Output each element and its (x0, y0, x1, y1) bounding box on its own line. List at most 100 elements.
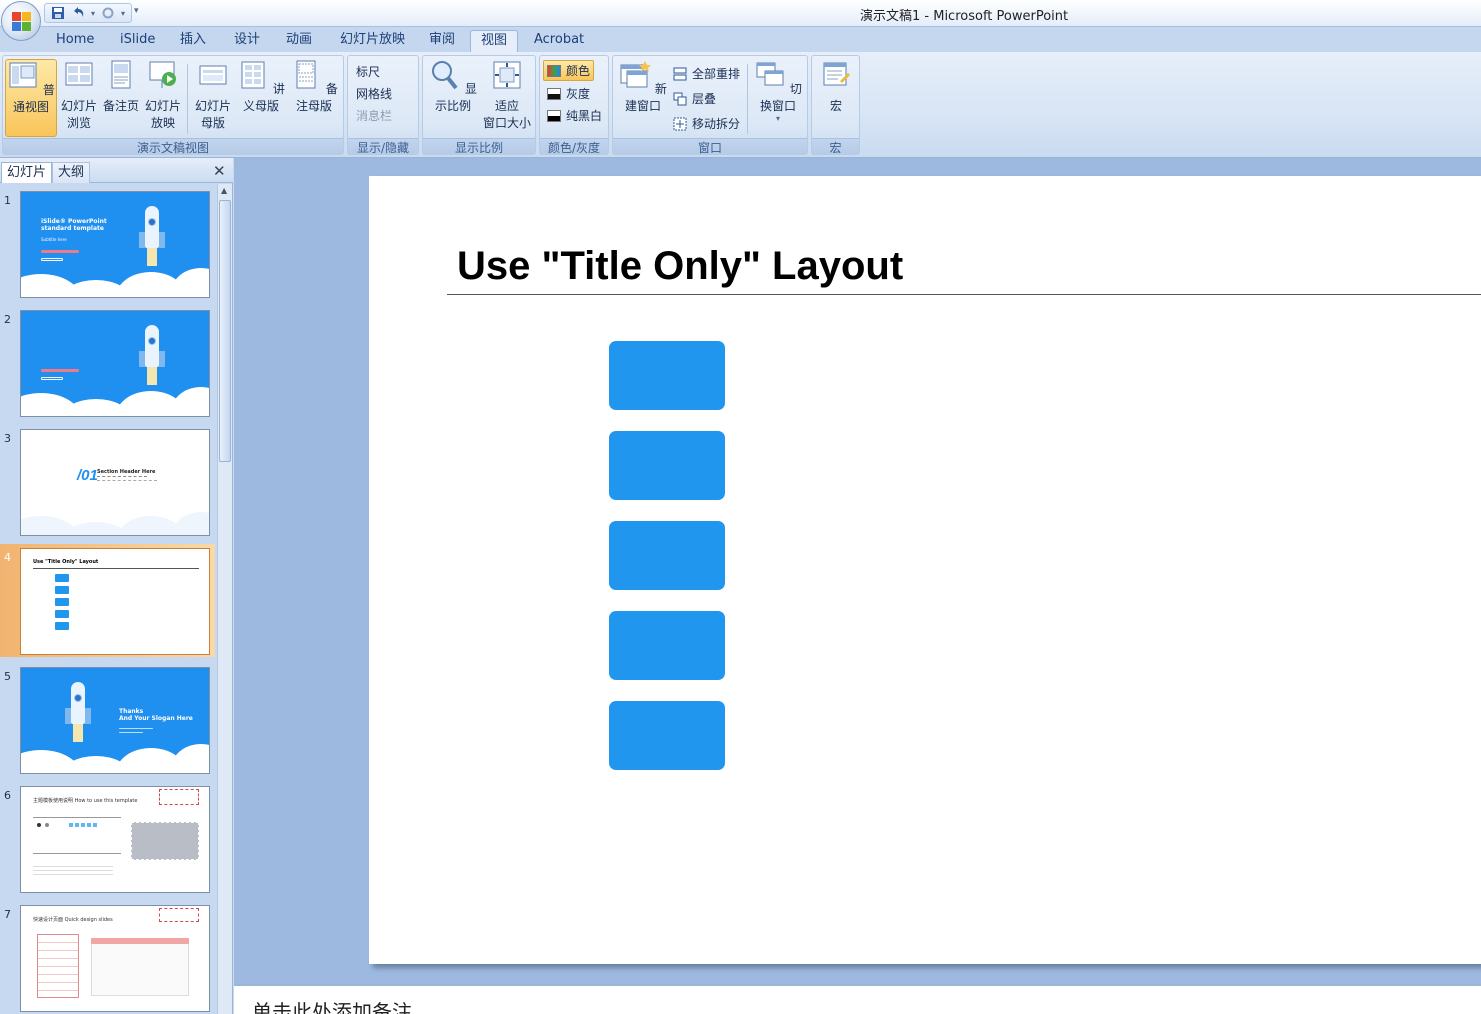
redo-dropdown-icon[interactable]: ▾ (119, 5, 127, 21)
divider (747, 64, 748, 134)
notes-placeholder[interactable]: 单击此处添加备注 (252, 996, 412, 1014)
thumb-panel-header (91, 938, 189, 944)
slide-thumbnail-3[interactable]: /01 Section Header Here (20, 429, 210, 536)
thumb-rule (33, 568, 199, 569)
slide-title[interactable]: Use "Title Only" Layout (457, 244, 903, 289)
thumb-subtitle: Subtitle here (41, 237, 67, 242)
slide-thumbnail-7[interactable]: 快速设计页面 Quick design slides (20, 905, 210, 1012)
tab-slideshow[interactable]: 幻灯片放映 (330, 30, 415, 52)
handout-master-button[interactable]: 讲义母版 (236, 59, 286, 115)
thumb-line (33, 853, 121, 854)
arrange-all-button[interactable]: 全部重排 (673, 65, 740, 82)
notes-page-button[interactable]: 备注页 (101, 59, 141, 115)
macros-button[interactable]: 宏 (816, 59, 856, 115)
blue-rectangle-1[interactable] (609, 341, 725, 410)
thumb-title: iSlide® PowerPoint standard template (41, 218, 107, 232)
cloud-shape (171, 268, 209, 297)
slide-thumbnail-6[interactable]: 主题模板使用说明 How to use this template (20, 786, 210, 893)
macro-icon (823, 62, 850, 86)
thumb-line (33, 817, 121, 818)
notes-pane[interactable]: 单击此处添加备注 (234, 984, 1481, 1014)
new-window-icon (620, 61, 652, 88)
move-split-label: 移动拆分 (692, 117, 741, 131)
group-show-hide: 标尺 网格线 消息栏 显示/隐藏 (347, 55, 607, 155)
slideshow-button[interactable]: 幻灯片 放映 (143, 59, 183, 132)
ribbon-tabs: Home iSlide 插入 设计 动画 幻灯片放映 审阅 视图 Acrobat (0, 27, 1481, 52)
tab-insert[interactable]: 插入 (170, 30, 216, 52)
slide-thumbnail-5[interactable]: Thanks And Your Slogan Here (20, 667, 210, 774)
tab-view[interactable]: 视图 (470, 30, 519, 52)
slide-master-button[interactable]: 幻灯片 母版 (191, 59, 235, 132)
tab-design[interactable]: 设计 (224, 30, 270, 52)
notes-master-button[interactable]: 备注母版 (288, 59, 340, 115)
thumb-title: 快速设计页面 Quick design slides (33, 917, 113, 923)
bw-label: 纯黑白 (566, 109, 603, 123)
tab-review[interactable]: 审阅 (419, 30, 465, 52)
tab-islide[interactable]: iSlide (110, 30, 165, 52)
handout-master-icon (241, 61, 265, 89)
gridlines-label: 网格线 (356, 87, 393, 101)
cascade-button[interactable]: 层叠 (673, 90, 716, 107)
slide-number: 7 (4, 908, 11, 921)
tab-outline[interactable]: 大纲 (52, 162, 91, 183)
group-label-color: 颜色/灰度 (540, 138, 608, 155)
window-title: 演示文稿1 - Microsoft PowerPoint (860, 9, 1069, 24)
close-icon[interactable]: ✕ (213, 162, 226, 180)
thumb-box (55, 610, 69, 618)
save-icon[interactable] (49, 5, 67, 21)
slide-thumbnail-4[interactable]: Use "Title Only" Layout (20, 548, 210, 655)
slide-sorter-label: 幻灯片 浏览 (60, 99, 97, 130)
ruler-checkbox[interactable]: 标尺 (356, 63, 607, 80)
scroll-up-icon[interactable]: ▲ (221, 186, 227, 195)
switch-window-icon (756, 62, 784, 86)
redo-icon[interactable] (99, 5, 117, 21)
undo-icon[interactable] (69, 5, 87, 21)
blue-rectangle-4[interactable] (609, 611, 725, 680)
thumb-line (97, 476, 147, 477)
office-button[interactable] (1, 1, 41, 41)
slide-thumbnail-1[interactable]: iSlide® PowerPoint standard template Sub… (20, 191, 210, 298)
normal-view-button[interactable]: 普通视图 (5, 59, 57, 137)
slideshow-icon (149, 61, 176, 88)
quick-access-toolbar: ▾ ▾ (44, 3, 132, 23)
rocket-icon (139, 206, 165, 266)
blue-rectangle-2[interactable] (609, 431, 725, 500)
scrollbar-thumb[interactable] (219, 200, 231, 462)
rocket-icon (65, 682, 91, 742)
thumb-section-title: Section Header Here (97, 469, 156, 475)
panel-scrollbar[interactable]: ▲ (217, 184, 232, 1014)
blue-rectangle-5[interactable] (609, 701, 725, 770)
new-window-button[interactable]: 新建窗口 (615, 59, 671, 115)
message-bar-checkbox: 消息栏 (356, 107, 607, 124)
black-white-button[interactable]: 纯黑白 (547, 107, 602, 124)
group-presentation-views: 普通视图 幻灯片 浏览 备注页 幻灯片 放映 幻灯片 母版 讲义母版 备注母版 … (2, 55, 344, 155)
undo-dropdown-icon[interactable]: ▾ (89, 5, 97, 21)
blue-rectangle-3[interactable] (609, 521, 725, 590)
tab-slides[interactable]: 幻灯片 (1, 162, 53, 183)
slideshow-label: 幻灯片 放映 (144, 99, 181, 130)
customize-qat-icon[interactable]: ▾ (134, 6, 139, 16)
tab-home[interactable]: Home (46, 30, 104, 52)
slide-sorter-button[interactable]: 幻灯片 浏览 (59, 59, 99, 132)
thumb-image-placeholder (131, 822, 199, 860)
thumb-pill (41, 250, 79, 253)
slide-thumbnail-2[interactable] (20, 310, 210, 417)
zoom-button[interactable]: 显示比例 (427, 59, 479, 115)
grayscale-button[interactable]: 灰度 (547, 85, 590, 102)
gridlines-checkbox[interactable]: 网格线 (356, 85, 607, 102)
group-label-zoom: 显示比例 (423, 138, 535, 155)
group-window: 新建窗口 全部重排 层叠 移动拆分 切换窗口 ▾ 窗口 (612, 55, 808, 155)
tab-animation[interactable]: 动画 (276, 30, 322, 52)
ribbon: 普通视图 幻灯片 浏览 备注页 幻灯片 放映 幻灯片 母版 讲义母版 备注母版 … (0, 52, 1481, 158)
cloud-shape (171, 744, 209, 773)
group-macro: 宏 宏 (811, 55, 860, 155)
slide-canvas[interactable]: Use "Title Only" Layout (369, 176, 1481, 964)
switch-window-button[interactable]: 切换窗口 ▾ (751, 59, 805, 123)
color-button[interactable]: 颜色 (543, 60, 595, 81)
arrange-all-label: 全部重排 (692, 67, 741, 81)
move-split-button[interactable]: 移动拆分 (673, 115, 740, 132)
fit-to-window-button[interactable]: 适应 窗口大小 (479, 59, 535, 132)
cloud-shape (171, 512, 209, 535)
title-underline (447, 294, 1481, 295)
tab-acrobat[interactable]: Acrobat (524, 30, 594, 52)
